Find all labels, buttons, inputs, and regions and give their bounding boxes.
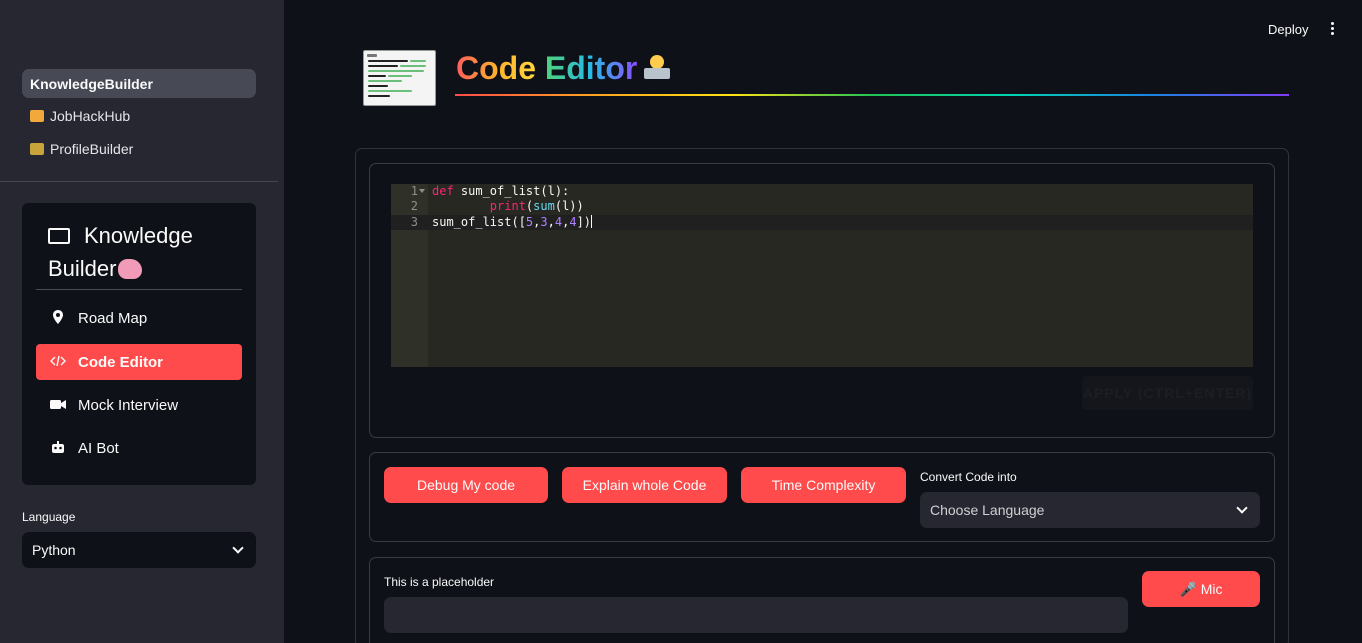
- page-title: Code Editor: [456, 48, 673, 88]
- text-input-label: This is a placeholder: [384, 575, 495, 589]
- nav-link-label: ProfileBuilder: [50, 140, 134, 157]
- language-value: Python: [32, 542, 76, 558]
- code-editor-thumbnail: [363, 50, 436, 106]
- deploy-button[interactable]: Deploy: [1262, 20, 1314, 39]
- office-worker-emoji-icon: [30, 142, 44, 155]
- chevron-down-icon: [1236, 502, 1248, 514]
- menu-divider: [36, 289, 242, 290]
- code-line-2: print(sum(l)): [489, 199, 584, 213]
- language-label: Language: [22, 510, 76, 524]
- menu-item-mock-interview[interactable]: Mock Interview: [36, 387, 242, 423]
- line-number: 1: [410, 184, 418, 198]
- title-word-code: Code: [456, 50, 536, 86]
- map-pin-icon: [50, 309, 66, 327]
- convert-code-label: Convert Code into: [920, 470, 1017, 484]
- nav-link-knowledgebuilder[interactable]: KnowledgeBuilder: [22, 69, 256, 98]
- title-space: [536, 50, 545, 86]
- line-number: 3: [410, 215, 418, 229]
- code-line-1: def sum_of_list(l):: [432, 184, 570, 198]
- text-input[interactable]: [384, 597, 1128, 633]
- menu-item-label: AI Bot: [78, 439, 119, 457]
- briefcase-emoji-icon: [30, 109, 44, 122]
- apply-button[interactable]: APPLY (CTRL+ENTER): [1082, 376, 1253, 410]
- technologist-emoji-icon: [641, 53, 673, 83]
- kebab-icon[interactable]: [1328, 22, 1336, 38]
- menu-item-ai-bot[interactable]: AI Bot: [36, 430, 242, 466]
- code-line-3: sum_of_list([5,3,4,4]): [432, 215, 593, 229]
- title-word-editor: Editor: [544, 50, 638, 86]
- title-rainbow-divider: [455, 94, 1289, 96]
- video-camera-icon: [50, 398, 66, 413]
- convert-language-select[interactable]: Choose Language: [920, 492, 1260, 528]
- code-editor[interactable]: 1 2 3 def sum_of_list(l): print(sum(l)) …: [391, 184, 1253, 367]
- explain-code-button[interactable]: Explain whole Code: [562, 467, 727, 503]
- time-complexity-button[interactable]: Time Complexity: [741, 467, 906, 503]
- code-icon: [50, 355, 66, 370]
- menu-item-code-editor[interactable]: Code Editor: [36, 344, 242, 380]
- nav-link-label: JobHackHub: [50, 107, 131, 124]
- nav-link-jobhackhub[interactable]: JobHackHub: [22, 101, 256, 130]
- menu-title: Knowledge Builder: [48, 219, 244, 285]
- line-number: 2: [410, 199, 418, 213]
- debug-code-button[interactable]: Debug My code: [384, 467, 548, 503]
- nav-link-label: KnowledgeBuilder: [30, 75, 153, 92]
- nav-link-profilebuilder[interactable]: ProfileBuilder: [22, 134, 256, 163]
- menu-item-road-map[interactable]: Road Map: [36, 300, 242, 336]
- menu-item-label: Mock Interview: [78, 396, 179, 414]
- sidebar: KnowledgeBuilder JobHackHub ProfileBuild…: [0, 0, 284, 643]
- chevron-down-icon: [232, 542, 244, 554]
- fold-arrow-icon[interactable]: [419, 189, 425, 193]
- convert-language-placeholder: Choose Language: [930, 502, 1045, 518]
- robot-icon: [50, 440, 66, 457]
- menu-item-label: Road Map: [78, 309, 148, 327]
- sidebar-divider: [0, 181, 278, 182]
- option-menu: Knowledge Builder Road Map Code Editor M…: [22, 203, 256, 485]
- airplay-icon: [48, 228, 70, 244]
- language-select[interactable]: Python: [22, 532, 256, 568]
- mic-button[interactable]: 🎤 Mic: [1142, 571, 1260, 607]
- menu-item-label: Code Editor: [78, 353, 163, 371]
- brain-emoji-icon: [118, 259, 143, 279]
